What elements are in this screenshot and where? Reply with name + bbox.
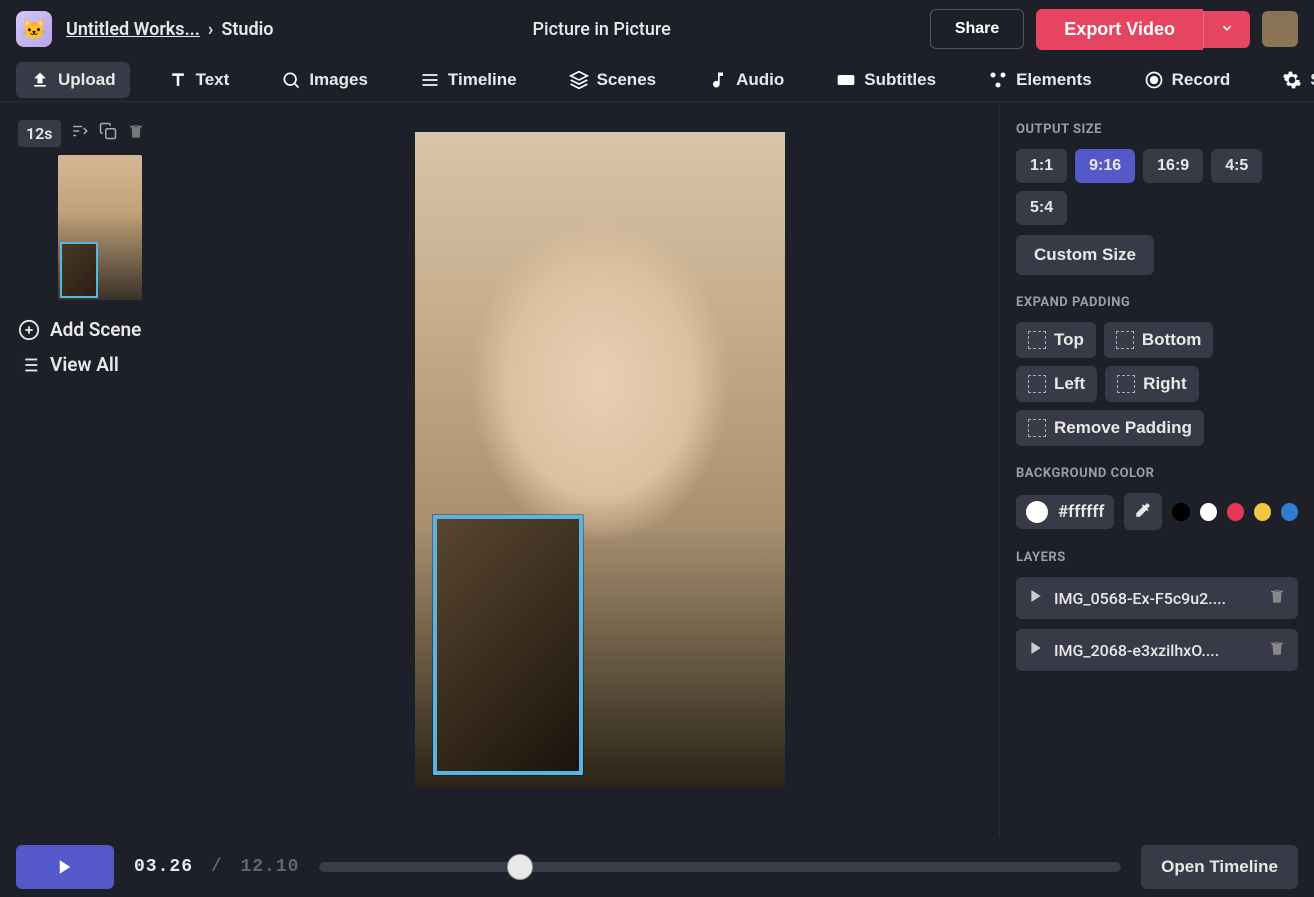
page-title: Picture in Picture: [273, 19, 929, 40]
seek-bar[interactable]: [319, 862, 1121, 872]
color-preview: [1026, 501, 1048, 523]
scenes-tool[interactable]: Scenes: [555, 62, 671, 98]
padding-left-button[interactable]: Left: [1016, 366, 1097, 402]
padding-top-button[interactable]: Top: [1016, 322, 1096, 358]
output-size-label: OUTPUT SIZE: [1016, 122, 1298, 137]
ratio-5-4[interactable]: 5:4: [1016, 191, 1067, 225]
ratio-16-9[interactable]: 16:9: [1143, 149, 1203, 183]
color-input[interactable]: #ffffff: [1016, 495, 1114, 529]
export-dropdown-button[interactable]: [1203, 11, 1250, 48]
view-all-button[interactable]: View All: [18, 347, 182, 382]
music-icon: [708, 70, 728, 90]
play-icon: [1028, 588, 1044, 608]
workspace-link[interactable]: Untitled Works...: [66, 19, 200, 40]
elements-tool[interactable]: Elements: [974, 62, 1106, 98]
dashed-box-icon: [1028, 375, 1046, 393]
layer-name: IMG_2068-e3xzilhxO....: [1054, 641, 1258, 660]
layer-item[interactable]: IMG_2068-e3xzilhxO....: [1016, 629, 1298, 671]
ratio-9-16[interactable]: 9:16: [1075, 149, 1135, 183]
subtitles-icon: [836, 70, 856, 90]
sort-icon[interactable]: [71, 122, 89, 145]
plus-circle-icon: [18, 319, 40, 341]
swatch-red[interactable]: [1227, 503, 1244, 521]
pip-thumbnail: [60, 242, 98, 298]
dashed-box-icon: [1028, 331, 1046, 349]
dashed-box-icon: [1116, 331, 1134, 349]
chevron-down-icon: [1220, 21, 1234, 35]
share-button[interactable]: Share: [930, 9, 1024, 49]
padding-label: EXPAND PADDING: [1016, 295, 1298, 310]
open-timeline-button[interactable]: Open Timeline: [1141, 845, 1298, 889]
ratio-4-5[interactable]: 4:5: [1211, 149, 1262, 183]
text-tool[interactable]: Text: [154, 62, 244, 98]
layer-item[interactable]: IMG_0568-Ex-F5c9u2....: [1016, 577, 1298, 619]
layers-icon: [569, 70, 589, 90]
total-time: 12.10: [240, 857, 299, 877]
upload-icon: [30, 70, 50, 90]
timeline-tool[interactable]: Timeline: [406, 62, 531, 98]
dashed-box-icon: [1117, 375, 1135, 393]
images-tool[interactable]: Images: [267, 62, 382, 98]
play-icon: [56, 858, 74, 876]
swatch-white[interactable]: [1200, 503, 1217, 521]
current-time: 03.26: [134, 857, 193, 877]
breadcrumb-location: Studio: [221, 19, 273, 40]
copy-icon[interactable]: [99, 122, 117, 145]
audio-tool[interactable]: Audio: [694, 62, 798, 98]
dashed-box-icon: [1028, 419, 1046, 437]
remove-padding-button[interactable]: Remove Padding: [1016, 410, 1204, 446]
layer-name: IMG_0568-Ex-F5c9u2....: [1054, 589, 1258, 608]
subtitles-tool[interactable]: Subtitles: [822, 62, 950, 98]
swatch-yellow[interactable]: [1254, 503, 1271, 521]
pip-overlay[interactable]: [433, 515, 583, 775]
search-icon: [281, 70, 301, 90]
color-value: #ffffff: [1058, 502, 1104, 522]
trash-icon[interactable]: [1268, 639, 1286, 661]
timeline-icon: [420, 70, 440, 90]
play-icon: [1028, 640, 1044, 660]
play-button[interactable]: [16, 845, 114, 889]
padding-bottom-button[interactable]: Bottom: [1104, 322, 1213, 358]
chevron-right-icon: ›: [208, 19, 213, 40]
video-canvas[interactable]: [415, 132, 785, 787]
scene-duration[interactable]: 12s: [18, 120, 61, 147]
ratio-1-1[interactable]: 1:1: [1016, 149, 1067, 183]
upload-tool[interactable]: Upload: [16, 62, 130, 98]
export-button[interactable]: Export Video: [1036, 9, 1203, 50]
time-display: 03.26 / 12.10: [134, 857, 299, 877]
swatch-blue[interactable]: [1281, 503, 1298, 521]
eyedropper-icon: [1134, 501, 1152, 519]
breadcrumb: Untitled Works... › Studio: [66, 19, 273, 40]
layers-label: LAYERS: [1016, 550, 1298, 565]
text-icon: [168, 70, 188, 90]
gear-icon: [1282, 70, 1302, 90]
eyedropper-button[interactable]: [1124, 493, 1162, 530]
swatch-black[interactable]: [1172, 503, 1189, 521]
list-icon: [18, 354, 40, 376]
trash-icon[interactable]: [127, 122, 145, 145]
record-tool[interactable]: Record: [1130, 62, 1245, 98]
custom-size-button[interactable]: Custom Size: [1016, 235, 1154, 275]
background-label: BACKGROUND COLOR: [1016, 466, 1298, 481]
padding-right-button[interactable]: Right: [1105, 366, 1198, 402]
settings-tool[interactable]: Setting: [1268, 62, 1314, 98]
record-icon: [1144, 70, 1164, 90]
seek-thumb[interactable]: [507, 854, 533, 880]
scene-thumbnail[interactable]: [58, 155, 142, 300]
add-scene-button[interactable]: Add Scene: [18, 312, 182, 347]
user-avatar[interactable]: [1262, 11, 1298, 47]
trash-icon[interactable]: [1268, 587, 1286, 609]
app-logo[interactable]: 🐱: [16, 11, 52, 47]
shapes-icon: [988, 70, 1008, 90]
